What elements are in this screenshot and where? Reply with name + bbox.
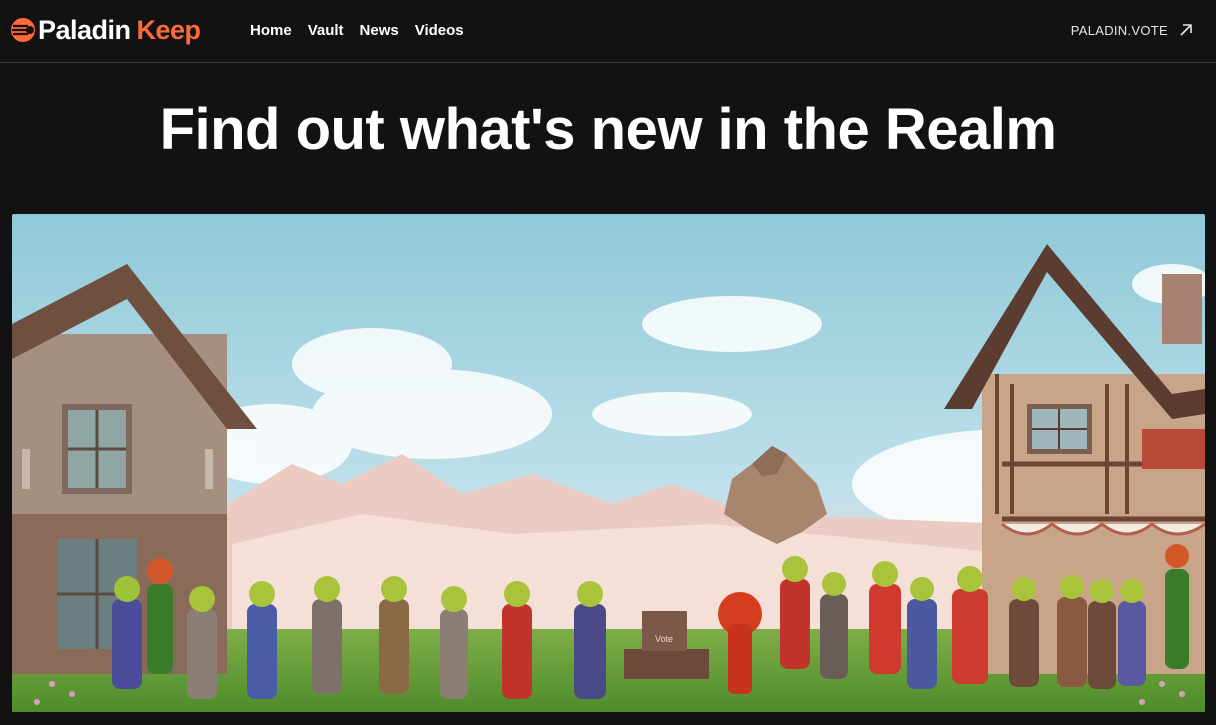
hero-image: Vote <box>12 214 1205 712</box>
nav-link-vault[interactable]: Vault <box>308 22 344 39</box>
brand-name-accent: Keep <box>136 14 202 45</box>
nav-link-home[interactable]: Home <box>250 22 292 39</box>
brand-name-primary: Paladin <box>38 14 131 45</box>
top-navigation-bar: Paladin Keep Home Vault News Videos PALA… <box>0 0 1216 63</box>
paladin-vote-label: PALADIN.VOTE <box>1070 22 1168 38</box>
arrow-up-right-icon <box>1180 24 1192 36</box>
page-headline: Find out what's new in the Realm <box>159 97 1057 162</box>
nav-link-videos[interactable]: Videos <box>415 22 464 39</box>
paladin-logo-icon <box>11 18 35 42</box>
main-nav: Home Vault News Videos <box>250 22 464 39</box>
ballot-box-label: Vote <box>655 634 673 644</box>
voting-scene-illustration: Vote <box>12 214 1205 712</box>
brand-logo-link[interactable]: Paladin Keep <box>10 14 201 46</box>
nav-link-news[interactable]: News <box>360 22 399 39</box>
paladin-vote-link[interactable]: PALADIN.VOTE <box>1071 22 1194 38</box>
